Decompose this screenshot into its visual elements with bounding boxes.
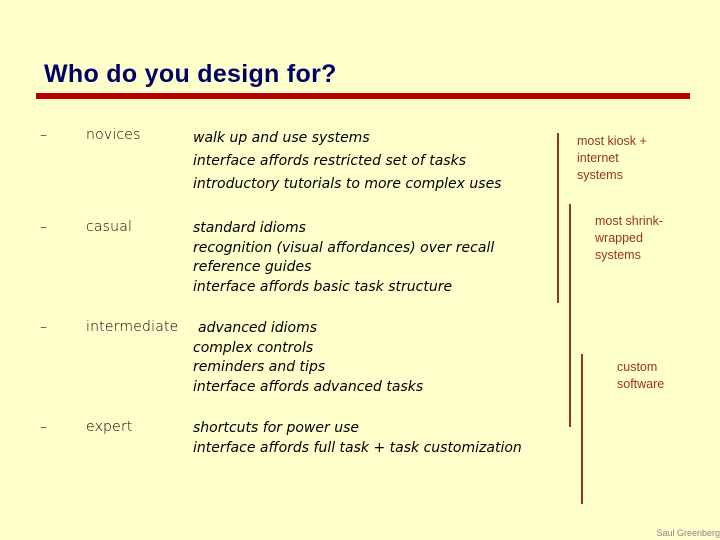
bullet-dash: – <box>40 419 47 435</box>
user-level-descriptions: shortcuts for power use interface afford… <box>193 419 522 458</box>
user-level-descriptions: walk up and use systems interface afford… <box>193 127 501 196</box>
description-line: recognition (visual affordances) over re… <box>193 239 495 256</box>
bullet-dash: – <box>40 219 47 235</box>
title-underline <box>36 93 690 99</box>
annotation-line: wrapped <box>595 231 643 245</box>
annotation-line: systems <box>577 168 623 182</box>
annotation-line: custom <box>617 360 658 374</box>
description-line: interface affords restricted set of task… <box>193 153 467 169</box>
annotation-line: most kiosk + <box>577 134 647 148</box>
description-line: complex controls <box>193 339 314 356</box>
annotation-shrink-wrapped: most shrink- wrapped systems <box>595 213 663 264</box>
description-line: interface affords advanced tasks <box>193 378 424 395</box>
annotation-line: internet <box>577 151 619 165</box>
annotation-line: most shrink- <box>595 214 664 228</box>
description-line: introductory tutorials to more complex u… <box>193 176 502 192</box>
description-line: shortcuts for power use <box>193 420 359 436</box>
range-line-shrinkwrapped <box>569 204 571 427</box>
bullet-dash: – <box>40 127 47 143</box>
description-line: walk up and use systems <box>193 130 370 146</box>
description-line: reference guides <box>193 259 312 275</box>
user-level-label: casual <box>86 219 133 235</box>
user-level-label: expert <box>86 419 133 435</box>
description-line: interface affords full task + task custo… <box>193 439 522 456</box>
range-line-kiosk <box>557 133 559 303</box>
annotation-custom-software: custom software <box>617 359 664 393</box>
annotation-kiosk-internet: most kiosk + internet systems <box>577 133 647 184</box>
user-level-descriptions: advanced idioms complex controls reminde… <box>193 319 423 397</box>
user-level-label: novices <box>86 127 141 143</box>
description-line: reminders and tips <box>193 359 326 375</box>
description-line: interface affords basic task structure <box>193 278 453 295</box>
user-level-label: intermediate <box>86 319 179 335</box>
author-credit: Saul Greenberg <box>656 528 720 538</box>
user-level-descriptions: standard idioms recognition (visual affo… <box>193 219 494 297</box>
range-line-custom <box>581 354 583 504</box>
annotation-line: software <box>617 377 665 391</box>
description-line: standard idioms <box>193 220 306 236</box>
bullet-dash: – <box>40 319 47 335</box>
annotation-line: systems <box>595 248 641 262</box>
slide-title: Who do you design for? <box>44 60 337 88</box>
description-line: advanced idioms <box>198 320 318 336</box>
